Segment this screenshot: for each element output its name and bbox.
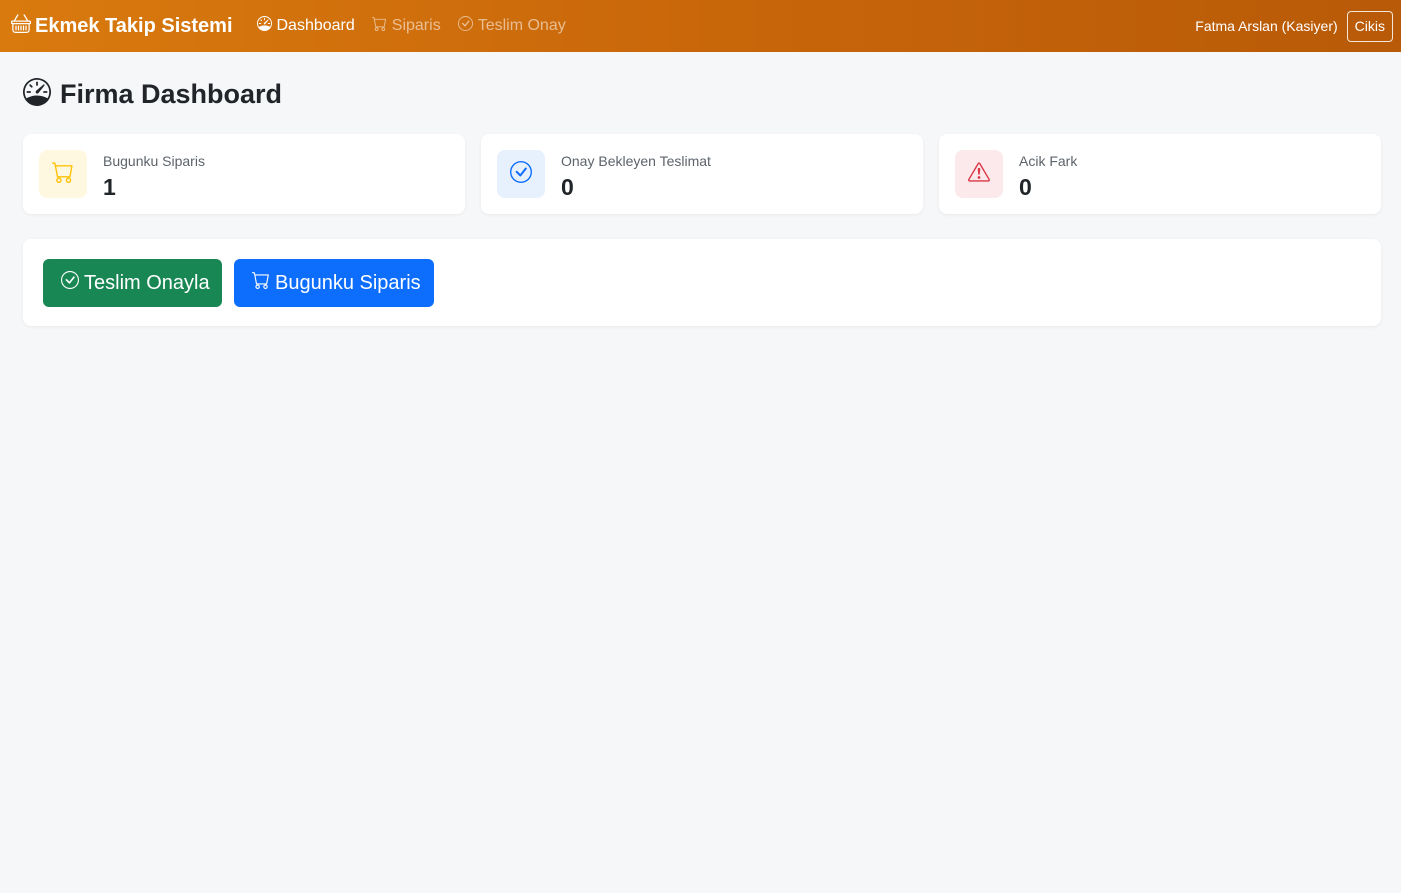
basket-icon <box>11 13 31 39</box>
stat-value: 0 <box>1019 174 1032 200</box>
bugunku-siparis-button[interactable]: Bugunku Siparis <box>234 259 434 307</box>
button-label: Teslim Onayla <box>84 271 210 294</box>
top-navbar: Ekmek Takip Sistemi Dashboard Siparis Te… <box>0 0 1401 52</box>
stat-value: 1 <box>103 174 116 200</box>
speedometer-icon <box>22 77 51 111</box>
cart-icon <box>371 16 387 36</box>
cart-icon <box>252 271 270 295</box>
user-area: Fatma Arslan (Kasiyer) Cikis <box>1195 10 1393 42</box>
page-title-text: Firma Dashboard <box>60 79 283 109</box>
warning-icon <box>968 161 991 188</box>
stat-card-bugunku-siparis: Bugunku Siparis 1 <box>23 134 465 214</box>
nav-link-label: Dashboard <box>276 17 355 34</box>
stat-label: Bugunku Siparis <box>103 153 205 169</box>
check-circle-icon <box>61 271 79 295</box>
logout-button[interactable]: Cikis <box>1346 10 1393 42</box>
teslim-onayla-button[interactable]: Teslim Onayla <box>43 259 222 307</box>
speedometer-icon <box>256 15 272 36</box>
stat-card-onay-bekleyen: Onay Bekleyen Teslimat 0 <box>481 134 923 214</box>
nav-link-label: Siparis <box>391 17 441 34</box>
check-circle-icon <box>457 16 473 36</box>
quick-actions-panel: Teslim Onayla Bugunku Siparis <box>23 239 1381 326</box>
nav-link-teslim-onay[interactable]: Teslim Onay <box>457 16 566 36</box>
stat-icon-box <box>39 150 87 198</box>
brand[interactable]: Ekmek Takip Sistemi <box>11 13 233 39</box>
page-title: Firma Dashboard <box>22 77 283 111</box>
nav-link-label: Teslim Onay <box>477 17 566 34</box>
stat-label: Onay Bekleyen Teslimat <box>561 153 711 169</box>
check-circle-icon <box>510 160 532 188</box>
stat-card-acik-fark: Acik Fark 0 <box>939 134 1381 214</box>
button-label: Bugunku Siparis <box>275 271 421 294</box>
stat-icon-box <box>497 150 545 198</box>
nav-links: Dashboard Siparis Teslim Onay <box>256 15 566 36</box>
brand-text: Ekmek Takip Sistemi <box>35 14 233 37</box>
stat-label: Acik Fark <box>1019 153 1078 169</box>
nav-link-dashboard[interactable]: Dashboard <box>256 15 355 36</box>
stat-icon-box <box>955 150 1003 198</box>
nav-link-siparis[interactable]: Siparis <box>371 16 441 36</box>
user-name: Fatma Arslan (Kasiyer) <box>1195 18 1338 34</box>
cart-icon <box>52 161 74 188</box>
stat-value: 0 <box>561 174 574 200</box>
